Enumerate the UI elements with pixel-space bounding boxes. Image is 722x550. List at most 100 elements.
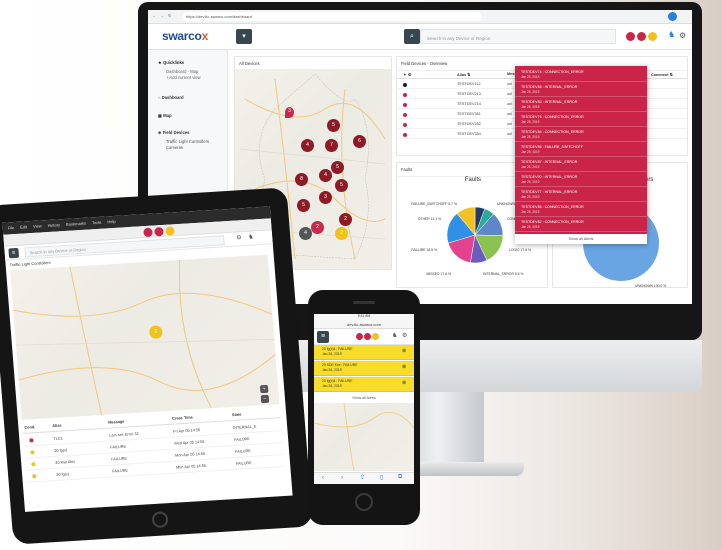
phone-home-button[interactable]	[355, 493, 373, 511]
alert-item[interactable]: TESTDEV82 : CONNECTION_ERROR Jan 25, 2019	[515, 218, 647, 232]
column-message[interactable]: Message	[108, 420, 124, 425]
map-cluster-marker[interactable]: 5	[327, 119, 340, 132]
menubar-item[interactable]: View	[33, 223, 42, 229]
user-badge-1[interactable]	[626, 32, 635, 41]
map-cluster-marker[interactable]: 2	[311, 221, 324, 234]
user-badge-2[interactable]	[637, 32, 646, 41]
quicklink-add-view[interactable]: + Add current view	[166, 75, 201, 80]
user-badge[interactable]	[165, 226, 175, 236]
settings-gear-icon[interactable]: ⚙	[402, 332, 407, 339]
zoom-in-button[interactable]: +	[259, 384, 269, 394]
sidebar-item-dashboard[interactable]: ⌂ Dashboard	[158, 95, 184, 100]
dismiss-icon[interactable]: ⊗	[402, 365, 406, 370]
menubar-item[interactable]: Help	[107, 219, 116, 224]
sidebar-quicklinks[interactable]: ★ Quicklinks	[158, 60, 184, 65]
map-cluster-marker[interactable]: 2	[335, 227, 348, 240]
browser-profile-icon[interactable]	[668, 12, 677, 21]
map-cluster-marker[interactable]: 4	[301, 139, 314, 152]
forward-icon[interactable]: ›	[341, 475, 343, 481]
search-icon[interactable]: ⌕	[404, 29, 420, 44]
sidebar-item-field-devices[interactable]: ⊕ Field Devices	[158, 130, 189, 135]
back-icon[interactable]: ‹	[322, 475, 324, 481]
tabs-icon[interactable]: ⧉	[398, 474, 402, 481]
tablet-screen: File Edit View History Bookmarks Tools Help ≡ …	[2, 206, 293, 512]
user-badge[interactable]	[372, 333, 379, 340]
column-alias[interactable]: Alias	[52, 424, 61, 429]
user-badge[interactable]	[154, 226, 164, 237]
swarco-logo[interactable]: swarcox	[162, 29, 208, 43]
column-state[interactable]: State	[232, 413, 242, 418]
notifications-icon[interactable]: ♞	[392, 332, 397, 339]
column-filter[interactable]: ▼ ⚙	[403, 72, 411, 77]
browser-back-icon[interactable]: ←	[152, 13, 156, 18]
settings-gear-icon[interactable]: ⚙	[236, 234, 242, 241]
share-icon[interactable]: ⇪	[360, 474, 365, 481]
user-badge[interactable]	[364, 333, 371, 340]
breadcrumb: Traffic Light Controllers	[9, 259, 51, 268]
map-cluster-marker[interactable]: 6	[353, 135, 366, 148]
menu-toggle-button[interactable]: ▾	[236, 29, 252, 44]
menu-toggle-button[interactable]: ≡	[317, 331, 329, 343]
show-all-alerts-link[interactable]: Show all Alerts	[515, 234, 647, 244]
user-badge-3[interactable]	[648, 32, 657, 41]
tablet-map[interactable]: 2 + −	[10, 254, 280, 420]
search-input[interactable]: Search in any Device or Region	[420, 29, 616, 44]
alert-item[interactable]: TESTDEV84 : CONNECTION_ERROR Jan 25, 2019	[515, 128, 647, 142]
quicklink-dashboard-map[interactable]: Dashboard · Map	[166, 69, 198, 74]
browser-url-field[interactable]: https://dev.tlc-swarco.com/dashboard	[182, 12, 482, 21]
alert-item[interactable]: TESTDEV83 : INTERNAL_ERROR Jan 25, 2019	[515, 98, 647, 112]
map-cluster-marker[interactable]: 5	[335, 179, 348, 192]
menubar-item[interactable]: Bookmarks	[66, 221, 86, 227]
alert-item[interactable]: 20 fg(x)4 : FAILURE Jan 25, 2019 ⊗	[314, 377, 414, 392]
column-comment[interactable]: Comment ⇅	[651, 72, 673, 77]
alert-item[interactable]: TESTDEV74 : CONNECTION_ERROR Jan 25, 2019	[515, 68, 647, 82]
alert-item[interactable]: 20 SDE Exe : FAILURE Jan 25, 2019 ⊗	[314, 361, 414, 376]
user-badge[interactable]	[356, 333, 363, 340]
map-cluster-marker[interactable]: 4	[299, 227, 312, 240]
dismiss-icon[interactable]: ⊗	[402, 349, 406, 354]
map-cluster-marker[interactable]: 3	[285, 107, 294, 118]
notifications-icon[interactable]: ♞	[248, 233, 254, 240]
menu-toggle-button[interactable]: ≡	[8, 247, 20, 259]
menubar-item[interactable]: History	[47, 222, 60, 228]
sidebar-item-cameras[interactable]: Cameras	[166, 145, 183, 150]
show-all-alerts-link[interactable]: Show all Alerts	[314, 394, 414, 402]
phone-url-bar[interactable]: dev.tlc-swarco.com	[314, 320, 414, 329]
phone-map[interactable]	[314, 403, 414, 471]
map-cluster-marker[interactable]: 2	[339, 213, 352, 226]
alert-item[interactable]: TESTDEV86 : FAILURE_SWITCHOFF Jan 25, 201…	[515, 143, 647, 157]
column-alias[interactable]: Alias ⇅	[457, 72, 470, 77]
map-cluster-marker[interactable]: 5	[331, 161, 344, 174]
alert-item[interactable]: 20 fg(x)4 : FAILURE Jan 25, 2019 ⊗	[314, 345, 414, 360]
alert-item[interactable]: TESTDEV85 : CONNECTION_ERROR Jan 25, 2019	[515, 203, 647, 217]
notifications-icon[interactable]: ♞	[668, 30, 675, 39]
sidebar-item-map[interactable]: ▦ Map	[158, 113, 172, 118]
dismiss-icon[interactable]: ⊗	[402, 381, 406, 386]
zoom-out-button[interactable]: −	[260, 394, 270, 404]
browser-forward-icon[interactable]: →	[160, 13, 164, 18]
menubar-item[interactable]: Edit	[20, 224, 27, 229]
map-cluster-marker[interactable]: 7	[325, 139, 338, 152]
alert-item[interactable]: TESTDEV87 : INTERNAL_ERROR Jan 25, 2019	[515, 158, 647, 172]
sidebar-item-traffic-light-controllers[interactable]: Traffic Light Controllers	[166, 139, 209, 144]
column-cond[interactable]: Cond.	[24, 425, 35, 430]
browser-reload-icon[interactable]: ↻	[168, 13, 171, 18]
map-cluster-marker[interactable]: 3	[319, 191, 332, 204]
menubar-item[interactable]: Tools	[92, 220, 102, 226]
map-cluster-marker[interactable]: 8	[295, 173, 308, 186]
column-creat-time[interactable]: Creat. Time	[172, 415, 193, 420]
alert-item[interactable]: TESTDEV77 : INTERNAL_ERROR Jan 25, 2019	[515, 188, 647, 202]
bookmarks-icon[interactable]: ▯	[380, 474, 383, 481]
alert-item[interactable]: TESTDEV88 : INTERNAL_ERROR Jan 25, 2019	[515, 83, 647, 97]
alert-item[interactable]: TESTDEV76 : CONNECTION_ERROR Jan 25, 2019	[515, 113, 647, 127]
menubar-item[interactable]: File	[8, 225, 15, 230]
cell-state: INTERNAL_E	[232, 424, 257, 431]
alert-item[interactable]: TESTDEV90 : INTERNAL_ERROR Jan 25, 2019	[515, 173, 647, 187]
user-badge[interactable]	[143, 227, 153, 238]
map-cluster-marker[interactable]: 4	[319, 169, 332, 182]
tablet-home-button[interactable]	[151, 511, 169, 529]
data-label: LOGIC 17.6 %	[509, 248, 531, 252]
map-roads	[13, 259, 276, 416]
settings-gear-icon[interactable]: ⚙	[679, 31, 686, 40]
alert-date: Jan 25, 2019	[521, 149, 540, 154]
